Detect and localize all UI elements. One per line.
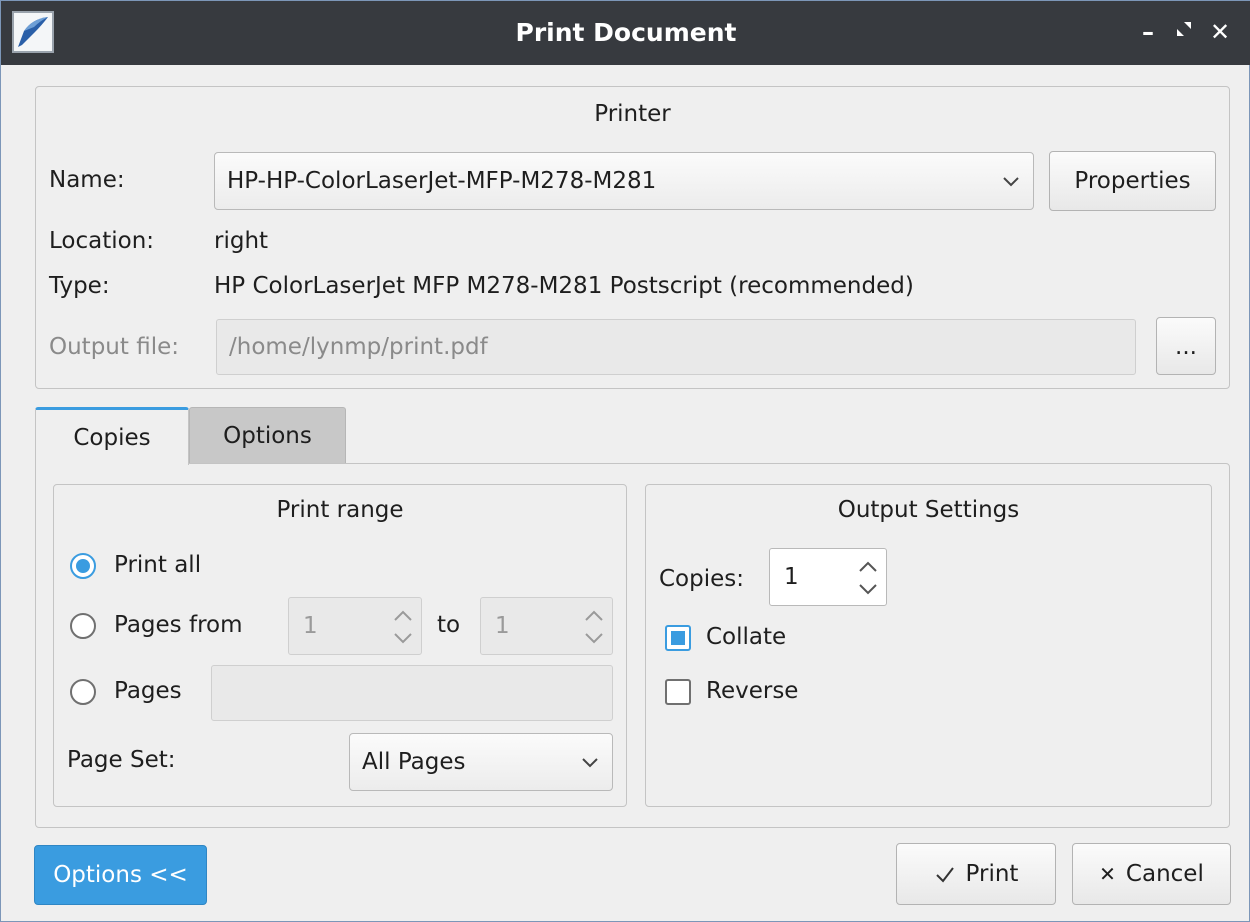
maximize-icon[interactable] — [1169, 17, 1199, 47]
from-page-value: 1 — [303, 613, 318, 639]
options-toggle-button[interactable]: Options << — [34, 845, 207, 905]
to-page-value: 1 — [495, 613, 510, 639]
close-icon[interactable]: ✕ — [1205, 17, 1235, 47]
chevron-down-icon — [1003, 177, 1019, 187]
printer-name-value: HP-HP-ColorLaserJet-MFP-M278-M281 — [227, 168, 657, 194]
print-button-label: Print — [965, 861, 1019, 887]
reverse-checkbox[interactable] — [665, 679, 691, 705]
to-label: to — [437, 612, 461, 638]
printer-group-title: Printer — [594, 101, 671, 127]
location-label: Location: — [49, 228, 155, 254]
type-label: Type: — [49, 273, 110, 299]
pages-from-label: Pages from — [114, 612, 243, 638]
print-all-radio[interactable] — [70, 553, 96, 579]
print-all-label: Print all — [114, 552, 202, 578]
copies-spinbox[interactable]: 1 — [769, 548, 887, 606]
output-file-field[interactable]: /home/lynmp/print.pdf — [216, 319, 1136, 375]
page-set-combo[interactable]: All Pages — [349, 733, 613, 791]
reverse-label: Reverse — [706, 678, 799, 704]
minimize-icon[interactable]: – — [1133, 17, 1163, 47]
pages-label: Pages — [114, 678, 182, 704]
spin-arrows-icon — [859, 561, 877, 595]
checkmark-icon — [935, 867, 954, 883]
pages-radio[interactable] — [70, 679, 96, 705]
cancel-button-label: Cancel — [1125, 861, 1204, 887]
copies-value: 1 — [784, 564, 799, 590]
output-settings-title: Output Settings — [837, 497, 1020, 523]
tab-options[interactable]: Options — [189, 407, 346, 464]
tab-copies[interactable]: Copies — [35, 407, 189, 465]
output-file-value: /home/lynmp/print.pdf — [229, 334, 488, 360]
browse-button[interactable]: ... — [1156, 317, 1216, 375]
close-icon: ✕ — [1099, 862, 1116, 886]
location-value: right — [214, 228, 269, 254]
cancel-button[interactable]: ✕ Cancel — [1072, 843, 1231, 905]
to-page-spinbox[interactable]: 1 — [480, 597, 613, 655]
print-dialog: Print Document – ✕ Printer Name: HP-HP-C… — [0, 0, 1250, 922]
output-file-label: Output file: — [49, 334, 179, 360]
copies-label: Copies: — [659, 566, 745, 592]
pages-from-radio[interactable] — [70, 613, 96, 639]
spin-arrows-icon — [585, 610, 603, 644]
collate-label: Collate — [706, 624, 787, 650]
pages-field[interactable] — [211, 665, 613, 721]
collate-checkbox[interactable] — [665, 625, 691, 651]
page-set-label: Page Set: — [67, 747, 176, 773]
page-set-value: All Pages — [362, 749, 466, 775]
print-button[interactable]: Print — [896, 843, 1056, 905]
chevron-down-icon — [582, 758, 598, 768]
properties-button[interactable]: Properties — [1049, 151, 1216, 211]
window-title: Print Document — [515, 18, 737, 47]
spin-arrows-icon — [394, 610, 412, 644]
from-page-spinbox[interactable]: 1 — [288, 597, 422, 655]
type-value: HP ColorLaserJet MFP M278-M281 Postscrip… — [214, 273, 914, 299]
title-bar[interactable]: Print Document – ✕ — [1, 1, 1250, 65]
print-range-title: Print range — [276, 497, 404, 523]
name-label: Name: — [49, 167, 125, 193]
printer-name-combo[interactable]: HP-HP-ColorLaserJet-MFP-M278-M281 — [214, 152, 1034, 210]
